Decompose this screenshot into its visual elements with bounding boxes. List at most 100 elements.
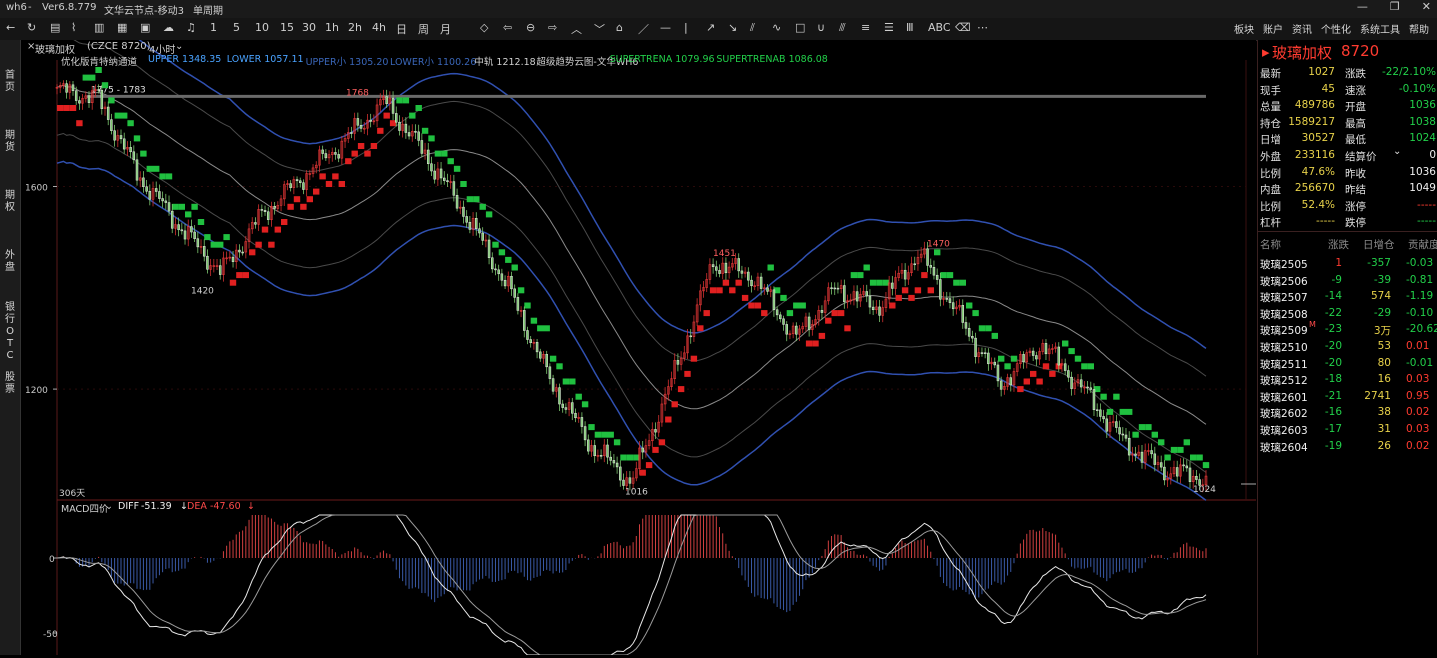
fib-icon[interactable]: ≡ xyxy=(861,21,870,34)
restore-icon[interactable]: ❐ xyxy=(1390,0,1400,13)
header-contrib[interactable]: 贡献度 xyxy=(1408,237,1437,252)
right-arrow-icon[interactable]: ⇨ xyxy=(548,21,557,34)
contract-row[interactable]: 玻璃2508 -22 -29 -0.10 xyxy=(1258,306,1437,322)
contract-name[interactable]: 玻璃2509 xyxy=(1260,323,1308,338)
candle-body xyxy=(263,210,267,212)
nav-item-2[interactable]: 期 权 xyxy=(2,190,18,214)
period-2[interactable]: 10 xyxy=(255,21,269,34)
minimize-icon[interactable]: — xyxy=(1357,0,1368,13)
contract-row[interactable]: 玻璃2512 -18 16 0.03 xyxy=(1258,372,1437,388)
nav-item-5[interactable]: 股 票 xyxy=(2,372,18,396)
menu-1[interactable]: 账户 xyxy=(1263,21,1283,36)
close-icon[interactable]: ✕ xyxy=(1422,0,1431,13)
contract-name[interactable]: 玻璃2511 xyxy=(1260,357,1308,372)
contract-row[interactable]: 玻璃2511 -20 80 -0.01 xyxy=(1258,356,1437,372)
ray-down-icon[interactable]: ↘ xyxy=(728,21,737,34)
contract-name[interactable]: 玻璃2510 xyxy=(1260,340,1308,355)
more-icon[interactable]: ⋯ xyxy=(977,21,988,34)
arc-icon[interactable]: ∪ xyxy=(817,21,825,34)
contract-row[interactable]: 玻璃2604 -19 26 0.02 xyxy=(1258,439,1437,455)
nav-item-3[interactable]: 外 盘 xyxy=(2,250,18,274)
candle-body xyxy=(785,324,788,335)
draw-line-icon[interactable]: ／ xyxy=(638,21,649,37)
header-name[interactable]: 名称 xyxy=(1260,237,1281,252)
candle-body xyxy=(529,339,532,344)
period-3[interactable]: 15 xyxy=(280,21,294,34)
calc-icon[interactable]: ▣ xyxy=(140,21,150,34)
header-chg[interactable]: 涨跌 xyxy=(1328,237,1349,252)
line-chart-icon[interactable]: ⌇ xyxy=(71,21,76,34)
cloud-icon[interactable]: ☁ xyxy=(163,21,174,34)
bars-icon[interactable]: Ⅲ xyxy=(906,21,914,34)
contract-row[interactable]: 玻璃2505 1 -357 -0.03 xyxy=(1258,256,1437,272)
period-7[interactable]: 4h xyxy=(372,21,386,34)
period-4[interactable]: 30 xyxy=(302,21,316,34)
nav-item-0[interactable]: 首 页 xyxy=(2,70,18,94)
contract-row[interactable]: 玻璃2602 -16 38 0.02 xyxy=(1258,405,1437,421)
chevron-down-icon[interactable]: ⌄ xyxy=(1393,146,1401,157)
contract-name[interactable]: 玻璃2604 xyxy=(1260,440,1308,455)
grid-icon[interactable]: ▦ xyxy=(117,21,127,34)
indicator-name[interactable]: 优化版肯特纳通道 xyxy=(61,54,137,68)
period-5[interactable]: 1h xyxy=(325,21,339,34)
refresh-icon[interactable]: ↻ xyxy=(27,21,36,34)
supertrend-segment xyxy=(639,469,646,476)
lock-icon[interactable]: ⌂ xyxy=(616,21,623,34)
menu-3[interactable]: 个性化 xyxy=(1321,21,1351,36)
nav-item-1[interactable]: 期 货 xyxy=(2,130,18,154)
chart-area[interactable]: 1600 1200 1775 - 1783 1768 1451 1470 1420 1016 1… xyxy=(21,8,1256,656)
contract-name[interactable]: 玻璃2506 xyxy=(1260,274,1308,289)
macd-name[interactable]: MACD四价 xyxy=(61,501,108,515)
period-10[interactable]: 月 xyxy=(440,21,451,37)
contract-row[interactable]: 玻璃2601 -21 2741 0.95 xyxy=(1258,389,1437,405)
contract-name[interactable]: 玻璃2508 xyxy=(1260,307,1308,322)
channel-icon[interactable]: ⫻ xyxy=(839,21,846,35)
left-arrow-icon[interactable]: ⇦ xyxy=(503,21,512,34)
contract-row[interactable]: 玻璃2603 -17 31 0.03 xyxy=(1258,422,1437,438)
segment-icon[interactable]: ⫽ xyxy=(750,21,755,35)
menu-4[interactable]: 系统工具 xyxy=(1360,21,1400,36)
bell-icon[interactable]: ♫ xyxy=(186,21,196,34)
menu-5[interactable]: 帮助 xyxy=(1409,21,1429,36)
contract-row[interactable]: 玻璃2509 M -23 3万 -20.62 xyxy=(1258,320,1437,338)
contract-row[interactable]: 玻璃2507 -14 574 -1.19 xyxy=(1258,289,1437,305)
chevron-down-icon[interactable]: ⌄ xyxy=(105,501,113,512)
menu-0[interactable]: 板块 xyxy=(1234,21,1254,36)
supertrend-segment xyxy=(76,120,83,127)
kline-icon[interactable]: ▥ xyxy=(94,21,104,34)
contract-row[interactable]: 玻璃2506 -9 -39 -0.81 xyxy=(1258,273,1437,289)
zoom-out-icon[interactable]: ⊖ xyxy=(526,21,535,34)
contract-name[interactable]: 玻璃2507 xyxy=(1260,290,1308,305)
contract-name[interactable]: 玻璃2603 xyxy=(1260,423,1308,438)
vline-icon[interactable]: | xyxy=(684,21,688,34)
rect-icon[interactable]: □ xyxy=(795,21,805,34)
period-9[interactable]: 周 xyxy=(418,21,429,37)
wave-icon[interactable]: ∿ xyxy=(772,21,781,34)
eraser-icon[interactable]: ⌫ xyxy=(955,21,971,34)
period-6[interactable]: 2h xyxy=(348,21,362,34)
text-icon[interactable]: ABC xyxy=(928,21,951,34)
period-1[interactable]: 5 xyxy=(233,21,240,34)
diamond-icon[interactable]: ◇ xyxy=(480,21,488,34)
cycle-mode[interactable]: 单周期 xyxy=(193,2,223,17)
hline-icon[interactable]: — xyxy=(660,21,671,34)
contract-name[interactable]: 玻璃2601 xyxy=(1260,390,1308,405)
chevron-down-icon[interactable]: ⌄ xyxy=(175,41,183,52)
ray-icon[interactable]: ↗ xyxy=(706,21,715,34)
back-icon[interactable]: ← xyxy=(6,21,15,34)
period-8[interactable]: 日 xyxy=(396,21,407,37)
contract-row[interactable]: 玻璃2510 -20 53 0.01 xyxy=(1258,339,1437,355)
nav-item-4[interactable]: 银 行 O T C xyxy=(2,302,18,362)
down-chevron-icon[interactable]: ﹀ xyxy=(594,21,605,37)
contract-name[interactable]: 玻璃2505 xyxy=(1260,257,1308,272)
menu-2[interactable]: 资讯 xyxy=(1292,21,1312,36)
header-oi[interactable]: 日增仓 xyxy=(1363,237,1395,252)
contract-name[interactable]: 玻璃2512 xyxy=(1260,373,1308,388)
period-0[interactable]: 1 xyxy=(210,21,217,34)
candle-body xyxy=(980,352,984,354)
contract-name[interactable]: 玻璃2602 xyxy=(1260,406,1308,421)
fib-fan-icon[interactable]: ☰ xyxy=(884,21,894,34)
table-icon[interactable]: ▤ xyxy=(50,21,60,34)
up-chevron-icon[interactable]: ︿ xyxy=(571,21,582,37)
chart-canvas[interactable]: 160012001775 - 1783 17681451147014201016 1… xyxy=(21,8,1256,656)
